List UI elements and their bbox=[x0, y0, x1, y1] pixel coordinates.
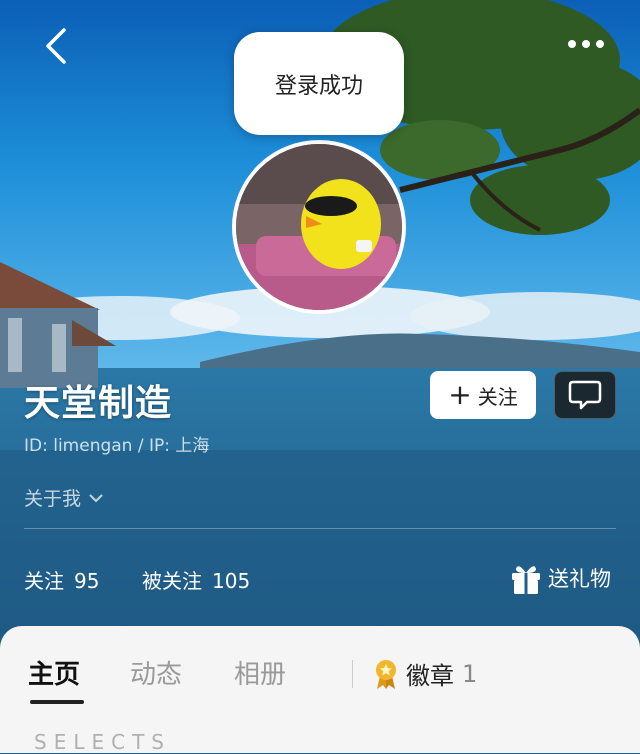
followers-stat[interactable]: 被关注 105 bbox=[142, 565, 250, 594]
badges-label: 徽章 bbox=[406, 662, 454, 690]
section-title-selects: SELECTS bbox=[34, 730, 171, 754]
medal-icon bbox=[376, 659, 396, 689]
active-tab-indicator bbox=[30, 700, 84, 704]
about-me-label: 关于我 bbox=[24, 488, 82, 510]
chevron-down-icon bbox=[89, 493, 103, 502]
avatar-image bbox=[236, 144, 402, 310]
divider bbox=[24, 528, 616, 529]
follow-button[interactable]: + 关注 bbox=[430, 371, 536, 419]
more-options-button[interactable] bbox=[562, 30, 612, 58]
toast-text: 登录成功 bbox=[274, 73, 363, 99]
followers-label: 被关注 bbox=[142, 569, 202, 593]
tab-separator bbox=[352, 660, 353, 688]
more-icon bbox=[568, 40, 604, 48]
profile-name: 天堂制造 bbox=[24, 383, 173, 424]
message-button[interactable] bbox=[554, 371, 616, 419]
login-success-toast: 登录成功 bbox=[234, 32, 404, 135]
badges-count: 1 bbox=[462, 659, 478, 688]
tab-albums[interactable]: 相册 bbox=[234, 654, 286, 691]
tab-moments[interactable]: 动态 bbox=[130, 654, 182, 691]
badges-tab[interactable]: 徽章 1 bbox=[372, 656, 477, 691]
plus-icon: + bbox=[448, 378, 472, 411]
back-icon bbox=[46, 28, 66, 64]
followers-count: 105 bbox=[212, 569, 251, 593]
send-gift-button[interactable]: 送礼物 bbox=[508, 560, 611, 596]
following-label: 关注 bbox=[24, 569, 64, 593]
about-me-toggle[interactable]: 关于我 bbox=[24, 484, 107, 511]
message-icon bbox=[568, 380, 602, 410]
avatar[interactable] bbox=[232, 140, 406, 314]
tab-home[interactable]: 主页 bbox=[28, 654, 80, 691]
profile-id-ip: ID: limengan / IP: 上海 bbox=[24, 436, 210, 456]
send-gift-label: 送礼物 bbox=[548, 567, 611, 591]
back-button[interactable] bbox=[40, 24, 80, 68]
following-stat[interactable]: 关注 95 bbox=[24, 565, 99, 594]
follow-button-label: 关注 bbox=[477, 384, 518, 409]
following-count: 95 bbox=[74, 569, 100, 593]
gift-icon bbox=[512, 566, 540, 594]
